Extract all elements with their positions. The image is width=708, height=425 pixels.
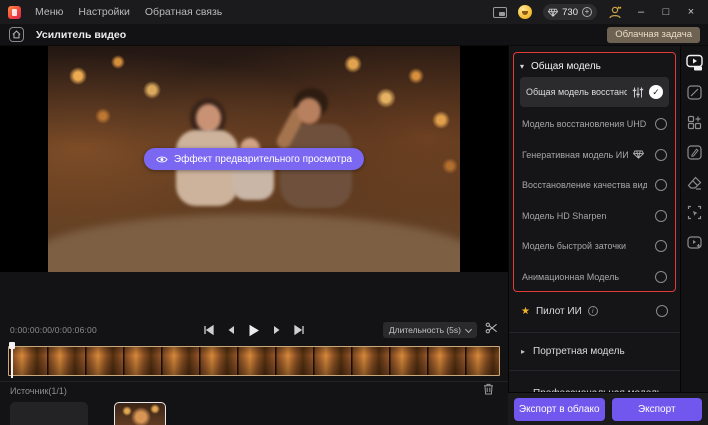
maximize-button[interactable]: □ <box>659 0 673 24</box>
info-icon[interactable]: i <box>587 306 598 316</box>
titlebar-right: 730 + – □ × <box>493 0 708 24</box>
source-header: Источник(1/1) <box>0 382 508 400</box>
menu-bar: Меню Настройки Обратная связь <box>35 6 222 18</box>
skip-start-button[interactable] <box>203 325 214 335</box>
export-button[interactable]: Экспорт <box>611 397 702 421</box>
radio-icon[interactable] <box>655 270 667 283</box>
diamond-icon <box>548 8 559 17</box>
portrait-model-group[interactable]: ▸ Портретная модель <box>513 340 676 362</box>
model-settings-icon[interactable] <box>632 87 644 98</box>
add-source-button[interactable]: + <box>10 402 88 425</box>
model-option-ai-pilot[interactable]: ★ Пилот ИИ i <box>513 300 676 322</box>
model-option-selected[interactable]: Общая модель восстановления ✓ <box>520 77 669 107</box>
app-window: Меню Настройки Обратная связь 730 + – □ … <box>0 0 708 425</box>
trash-icon <box>484 383 493 395</box>
chevron-down-icon <box>464 325 473 333</box>
delete-source-button[interactable] <box>483 382 494 400</box>
selected-model-label: Общая модель восстановления <box>526 87 627 97</box>
transport-controls <box>203 324 305 337</box>
user-icon <box>609 5 622 18</box>
panel-divider <box>509 332 681 333</box>
preview-effect-label: Эффект предварительного просмотра <box>173 153 353 165</box>
duration-dropdown-value: Длительность (5s) <box>388 325 461 335</box>
skip-end-button[interactable] <box>294 325 305 335</box>
close-button[interactable]: × <box>684 0 698 24</box>
general-model-group: ▾ Общая модель Общая модель восстановлен… <box>513 52 676 292</box>
general-model-group-header[interactable]: ▾ Общая модель <box>520 55 669 77</box>
cloud-task-button[interactable]: Облачная задача <box>607 26 700 43</box>
video-preview-area: Эффект предварительного просмотра <box>0 46 508 272</box>
tool-magic-select[interactable] <box>686 204 703 221</box>
export-bar: Экспорт в облако Экспорт <box>508 392 708 425</box>
playback-controls: 0:00:00:00/0:00:06:00 Длительность (5s) <box>0 318 508 342</box>
trim-scissors-button[interactable] <box>485 321 498 339</box>
left-workspace: Эффект предварительного просмотра 0:00:0… <box>0 46 508 425</box>
tool-video-enhancer-active[interactable] <box>686 54 703 71</box>
model-option-uhd[interactable]: Модель восстановления UHD <box>520 109 669 140</box>
model-option-animation[interactable]: Анимационная Модель <box>520 262 669 293</box>
models-panel: ▾ Общая модель Общая модель восстановлен… <box>508 46 681 425</box>
header-bar: Усилитель видео Облачная задача <box>0 24 708 46</box>
preview-effect-button[interactable]: Эффект предварительного просмотра <box>143 148 365 170</box>
timeline-playhead[interactable] <box>8 342 17 378</box>
controls-right: Длительность (5s) <box>382 321 508 339</box>
timeline-filmstrip[interactable] <box>8 346 500 376</box>
titlebar: Меню Настройки Обратная связь 730 + – □ … <box>0 0 708 24</box>
timeline <box>8 342 500 378</box>
mini-window-icon[interactable] <box>493 6 508 18</box>
scissors-icon <box>485 322 497 334</box>
add-credits-icon[interactable]: + <box>582 7 592 17</box>
radio-icon[interactable] <box>655 240 667 253</box>
credits-pill[interactable]: 730 + <box>543 4 597 20</box>
credits-value: 730 <box>562 6 578 18</box>
home-icon <box>12 30 21 39</box>
radio-icon[interactable] <box>655 148 667 161</box>
model-option-hd-sharpen[interactable]: Модель HD Sharpen <box>520 201 669 232</box>
next-frame-button[interactable] <box>273 325 281 335</box>
tool-batch-add[interactable] <box>686 114 703 131</box>
crown-icon <box>617 5 622 9</box>
star-icon: ★ <box>521 305 530 317</box>
home-button[interactable] <box>9 27 24 42</box>
eye-icon <box>156 156 168 162</box>
model-option-generative-ai[interactable]: Генеративная модель ИИ <box>520 140 669 171</box>
menu-item-menu[interactable]: Меню <box>35 6 63 18</box>
radio-icon[interactable] <box>655 209 667 222</box>
tool-edit[interactable] <box>686 144 703 161</box>
model-option-quality-restore[interactable]: Восстановление качества видео <box>520 170 669 201</box>
radio-icon[interactable] <box>655 118 667 131</box>
timecode: 0:00:00:00/0:00:06:00 <box>10 325 97 335</box>
group-title: Общая модель <box>531 60 601 72</box>
export-to-cloud-button[interactable]: Экспорт в облако <box>514 397 605 421</box>
radio-icon[interactable] <box>655 179 667 192</box>
source-thumbnail[interactable]: 1728*1080(2X Высо... family...eo.mp4 ··· <box>114 402 166 425</box>
video-scene-bed <box>48 214 460 272</box>
app-logo-icon <box>8 5 21 19</box>
menu-item-feedback[interactable]: Обратная связь <box>145 6 222 18</box>
source-divider <box>0 381 508 382</box>
tool-frame-interpolation[interactable] <box>686 84 703 101</box>
plus-icon: + <box>43 420 54 425</box>
duration-dropdown[interactable]: Длительность (5s) <box>382 322 477 338</box>
prev-frame-button[interactable] <box>227 325 235 335</box>
right-toolbar <box>680 46 708 392</box>
panel-divider <box>509 370 681 371</box>
page-title: Усилитель видео <box>36 28 127 41</box>
menu-item-settings[interactable]: Настройки <box>78 6 130 18</box>
play-button[interactable] <box>248 324 260 337</box>
source-count-label: Источник(1/1) <box>10 386 67 396</box>
expand-arrow-icon: ▸ <box>521 346 526 356</box>
radio-icon[interactable] <box>656 305 668 317</box>
radio-checked-icon: ✓ <box>649 85 663 99</box>
diamond-icon <box>632 150 644 159</box>
collapse-arrow-icon: ▾ <box>520 61 525 71</box>
promo-coin-icon[interactable] <box>518 5 533 19</box>
tool-add-video[interactable] <box>686 234 703 251</box>
user-avatar[interactable] <box>608 5 623 20</box>
minimize-button[interactable]: – <box>634 0 648 24</box>
model-option-fast-sharpen[interactable]: Модель быстрой заточки <box>520 231 669 262</box>
tool-watermark-eraser[interactable] <box>686 174 703 191</box>
